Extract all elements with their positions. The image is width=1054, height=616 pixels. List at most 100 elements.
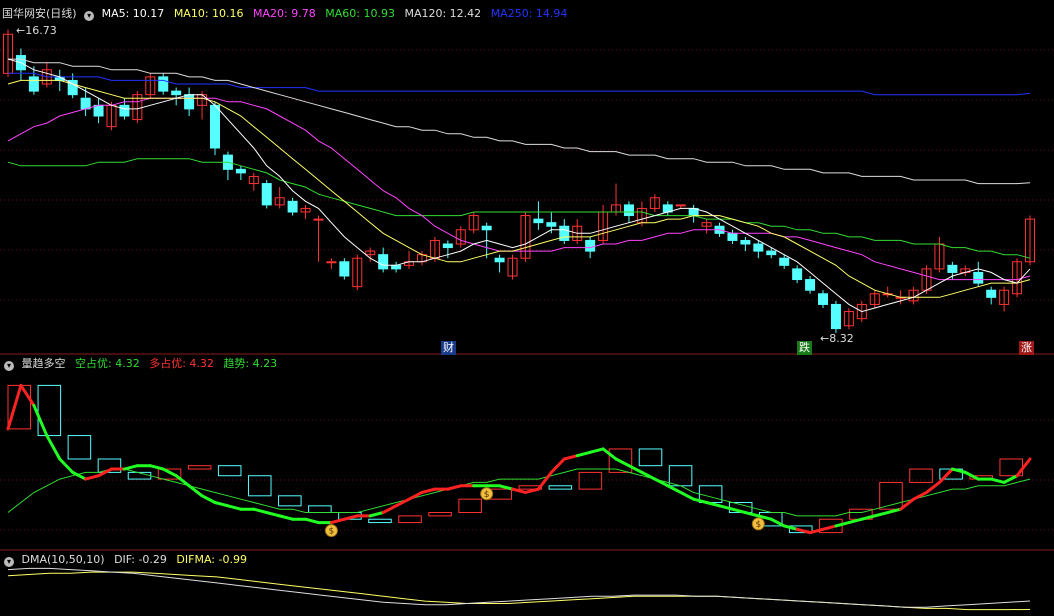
ma10-label: MA10: 10.16 (173, 7, 244, 20)
trend-segment (420, 487, 437, 494)
trend-segment (226, 504, 243, 511)
collapse-icon[interactable]: ▾ (4, 557, 14, 567)
volume-box (217, 465, 242, 477)
candle-body (766, 250, 777, 256)
trend-segment (834, 521, 851, 528)
volume-box (548, 485, 573, 490)
volume-box (67, 435, 92, 460)
trend-segment (627, 464, 644, 474)
candle-body (313, 218, 324, 221)
trend-segment (200, 494, 217, 504)
candle-body (339, 261, 350, 277)
volume-box (668, 465, 693, 487)
candle-body (792, 268, 803, 281)
stock-title[interactable]: 国华网安(日线) (2, 7, 77, 20)
collapse-icon[interactable]: ▾ (4, 361, 14, 371)
money-bag-glyph: $ (329, 527, 335, 537)
bull-label: 多占优: 4.32 (149, 357, 214, 370)
candle-body (481, 225, 492, 231)
collapse-icon[interactable]: ▾ (84, 11, 95, 21)
candle-body (559, 225, 570, 241)
candle-body (184, 94, 195, 110)
low-price-value: 8.32 (829, 332, 854, 345)
trend-panel-title[interactable]: 量趋多空 (22, 357, 66, 370)
ma5-line (7, 58, 1031, 313)
cai-marker[interactable]: 财 (441, 341, 456, 355)
dma-panel-title[interactable]: DMA(10,50,10) (22, 553, 105, 566)
trend-segment (446, 484, 463, 491)
candle-body (986, 289, 997, 298)
trend-segment (588, 447, 605, 454)
trend-segment (743, 511, 760, 518)
trend-segment (523, 487, 540, 494)
die-marker[interactable]: 跌 (797, 341, 812, 355)
trend-segment (161, 467, 178, 478)
trend-segment (278, 514, 295, 521)
trend-segment (718, 504, 734, 511)
trend-segment (692, 497, 709, 504)
trend-segment (304, 517, 320, 525)
volume-box (308, 505, 332, 514)
candle-body (80, 97, 91, 110)
candle-body (973, 271, 984, 284)
candle-body (391, 264, 402, 270)
trend-segment (511, 487, 527, 494)
trend-segment (84, 474, 101, 481)
dif-label: DIF: -0.29 (114, 553, 167, 566)
money-bag-glyph: $ (484, 490, 490, 500)
candle-body (119, 104, 130, 117)
volume-box (37, 384, 62, 437)
candle-body (378, 254, 389, 270)
candle-body (261, 183, 272, 206)
trend-segment (886, 507, 903, 515)
volume-box (638, 448, 663, 467)
candle-body (740, 239, 751, 245)
trend-segment (213, 501, 230, 508)
trend-segment (821, 524, 838, 531)
money-bag-glyph: $ (755, 520, 761, 530)
trend-segment (342, 514, 359, 521)
trend-segment (329, 517, 346, 525)
candle-body (623, 204, 634, 217)
ma10-line (7, 79, 1031, 298)
trend-segment (148, 464, 165, 471)
trend-segment (1002, 474, 1019, 484)
trend-segment (925, 480, 941, 494)
trend-segment (705, 501, 722, 508)
candle-body (546, 222, 557, 227)
candle-body (779, 257, 790, 266)
trend-segment (19, 383, 36, 407)
candle-body (675, 204, 686, 207)
ma120-label: MA120: 12.42 (404, 7, 482, 20)
volume-box (278, 495, 302, 507)
dif-line (7, 567, 1031, 608)
trend-segment (847, 517, 864, 525)
ma20-line (7, 97, 1031, 281)
trend-segment (679, 490, 696, 501)
zhang-marker[interactable]: 涨 (1019, 341, 1034, 355)
stock-chart: $ $ $ (0, 29, 1054, 611)
candle-body (209, 104, 220, 149)
candle-body (93, 104, 104, 117)
candle-body (442, 243, 453, 249)
trend-segment (653, 477, 670, 488)
candle-body (805, 279, 816, 291)
volume-box (368, 518, 392, 524)
volume-box (247, 475, 272, 497)
trend-segment (265, 511, 282, 518)
high-price-value: 16.73 (25, 24, 57, 37)
dma-panel-header: ▾ DMA(10,50,10) DIF: -0.29 DIFMA: -0.99 (2, 552, 253, 568)
volume-box (458, 498, 482, 514)
trend-segment (730, 507, 747, 515)
trend-segment (614, 457, 631, 468)
trend-segment (122, 464, 139, 471)
difma-line (7, 571, 1031, 611)
high-price-label: ←16.73 (16, 24, 57, 37)
trend-segment (45, 434, 62, 461)
trend-segment (381, 504, 398, 515)
slow-trend-line (7, 468, 1031, 517)
candle-body (158, 76, 169, 92)
trend-segment (549, 457, 566, 474)
candle-body (494, 257, 505, 263)
trend-segment (937, 467, 954, 484)
